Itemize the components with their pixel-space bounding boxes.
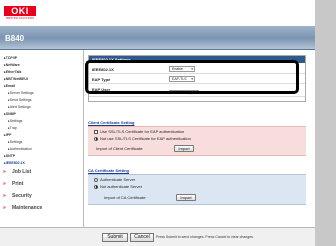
arrow-right-icon: » <box>3 205 6 211</box>
use-ssl-checkbox[interactable] <box>94 129 98 134</box>
footer-bar: Submit Cancel Press Submit to send chang… <box>0 227 315 246</box>
footer-message: Press Submit to send changes. Press Canc… <box>156 235 254 239</box>
sidebar-group-label: Job List <box>12 169 32 175</box>
use-ssl-label: Use SSL/TLS Certificate for EAP authenti… <box>100 129 185 134</box>
logo-tagline: PRINTING SOLUTIONS <box>5 17 35 20</box>
not-use-ssl-label: Not use SSL/TLS Certificate for EAP auth… <box>100 136 191 141</box>
cancel-button[interactable]: Cancel <box>130 233 154 242</box>
client-cert-panel: Use SSL/TLS Certificate for EAP authenti… <box>88 126 306 156</box>
sidebar-item-snmp[interactable]: ▸SNMP <box>4 112 16 116</box>
oki-logo[interactable]: OKI PRINTING SOLUTIONS <box>4 6 36 22</box>
sidebar-group-label: Maintenance <box>12 205 43 211</box>
authenticate-server-radio[interactable] <box>94 177 98 182</box>
sidebar-item-snmp-settings[interactable]: ▸Settings <box>8 119 22 123</box>
sidebar-item-sntp[interactable]: ▸SNTP <box>4 154 15 158</box>
sidebar-group-security[interactable]: » Security <box>3 193 32 199</box>
sidebar-item-ipp[interactable]: ▸IPP <box>4 133 11 137</box>
sidebar-item-ipp-settings[interactable]: ▸Settings <box>8 140 22 144</box>
submit-button[interactable]: Submit <box>102 233 128 242</box>
sidebar-item-tcpip[interactable]: ▸TCP/IP <box>4 56 17 60</box>
footer-actions: Submit Cancel Press Submit to send chang… <box>88 233 308 243</box>
arrow-right-icon: » <box>3 193 6 199</box>
sidebar-item-ethertalk[interactable]: ▸EtherTalk <box>4 70 21 74</box>
not-authenticate-server-option[interactable]: Not authenticate Server <box>94 184 142 189</box>
not-authenticate-server-label: Not authenticate Server <box>100 184 143 189</box>
sidebar-item-ieee8021x[interactable]: ▸IEEE802.1X <box>4 161 25 165</box>
sidebar-item-nbt-netbeui[interactable]: ▸NBT/NetBEUI <box>4 77 28 81</box>
sidebar-item-authentication[interactable]: ▸Authentication <box>8 147 32 151</box>
ca-cert-title: CA Certificate Setting <box>88 168 129 173</box>
not-authenticate-server-radio[interactable] <box>94 184 98 189</box>
sidebar-group-job-list[interactable]: » Job List <box>3 169 32 175</box>
window-edge <box>315 0 336 246</box>
highlight-frame <box>85 60 299 94</box>
sidebar-group-print[interactable]: » Print <box>3 181 24 187</box>
logo-wordmark: OKI <box>4 6 36 16</box>
sidebar-item-send-settings[interactable]: ▸Send Settings <box>8 98 32 102</box>
not-use-ssl-radio[interactable] <box>94 136 98 141</box>
ca-cert-import-button[interactable]: Import <box>176 194 196 201</box>
printer-web-page: OKI PRINTING SOLUTIONS B840 ▸TCP/IP ▸Net… <box>0 0 315 246</box>
sidebar-item-server-settings[interactable]: ▸Server Settings <box>8 91 34 95</box>
model-banner: B840 <box>0 26 315 50</box>
sidebar-group-maintenance[interactable]: » Maintenance <box>3 205 43 211</box>
use-ssl-option[interactable]: Use SSL/TLS Certificate for EAP authenti… <box>94 129 184 134</box>
authenticate-server-option[interactable]: Authenticate Server <box>94 177 135 182</box>
sidebar-item-email[interactable]: ▸Email <box>4 84 15 88</box>
sidebar-item-trap[interactable]: ▸Trap <box>8 126 17 130</box>
sidebar-group-label: Security <box>12 193 32 199</box>
arrow-right-icon: » <box>3 181 6 187</box>
sidebar-nav: ▸TCP/IP ▸NetWare ▸EtherTalk ▸NBT/NetBEUI… <box>0 50 84 246</box>
ca-cert-panel: Authenticate Server Not authenticate Ser… <box>88 174 306 205</box>
model-name: B840 <box>5 34 25 43</box>
client-cert-import-button[interactable]: Import <box>174 145 194 152</box>
client-cert-title: Client Certificate Setting <box>88 120 135 125</box>
sidebar-item-alert-settings[interactable]: ▸Alert Settings <box>8 105 31 109</box>
authenticate-server-label: Authenticate Server <box>100 177 136 182</box>
sidebar-group-label: Print <box>12 181 24 187</box>
client-cert-import-label: Import of Client Certificate: <box>96 146 144 151</box>
header: OKI PRINTING SOLUTIONS <box>0 0 315 26</box>
not-use-ssl-option[interactable]: Not use SSL/TLS Certificate for EAP auth… <box>94 136 191 141</box>
arrow-right-icon: » <box>3 169 6 175</box>
ca-cert-import-label: Import of CA Certificate: <box>104 195 147 200</box>
sidebar-item-netware[interactable]: ▸NetWare <box>4 63 20 67</box>
